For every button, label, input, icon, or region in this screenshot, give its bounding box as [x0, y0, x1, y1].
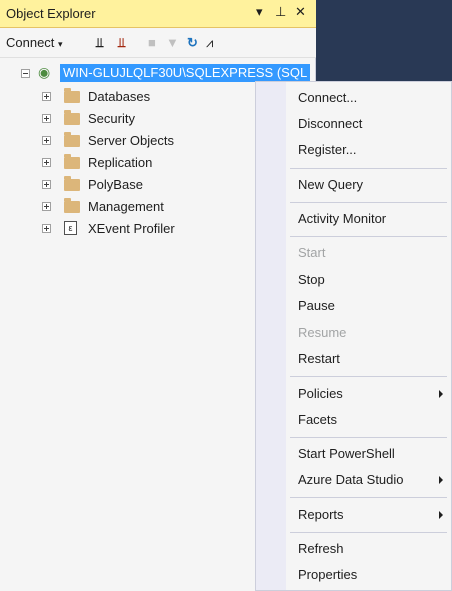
tree-item-server-objects[interactable]: Server Objects — [0, 132, 260, 152]
menu-item-new-query[interactable]: New Query — [298, 175, 363, 195]
menu-item-register[interactable]: Register... — [298, 140, 357, 160]
menu-item-restart[interactable]: Restart — [298, 349, 340, 369]
tree-item-replication[interactable]: Replication — [0, 154, 260, 174]
tree-item-label: Server Objects — [88, 133, 174, 148]
tree-item-xevent-profiler[interactable]: ε XEvent Profiler — [0, 220, 260, 240]
menu-separator — [290, 437, 447, 438]
tree-item-label: Databases — [88, 89, 151, 104]
submenu-arrow-icon — [439, 511, 443, 519]
menu-separator — [290, 202, 447, 203]
expand-icon[interactable] — [42, 136, 51, 145]
tree-item-databases[interactable]: Databases — [0, 88, 260, 108]
expand-icon[interactable] — [42, 224, 51, 233]
expand-icon[interactable] — [42, 92, 51, 101]
connect-label: Connect — [6, 35, 55, 50]
panel-title: Object Explorer — [6, 6, 96, 21]
menu-item-refresh[interactable]: Refresh — [298, 539, 344, 559]
tree-item-label: Management — [88, 199, 164, 214]
menu-item-stop[interactable]: Stop — [298, 270, 325, 290]
menu-item-resume[interactable]: Resume — [298, 323, 346, 343]
menu-item-facets[interactable]: Facets — [298, 410, 337, 430]
tree-item-label: PolyBase — [88, 177, 143, 192]
disconnect-icon[interactable]: ⫫ — [118, 35, 125, 51]
menu-separator — [290, 236, 447, 237]
menu-item-azure-data-studio[interactable]: Azure Data Studio — [298, 470, 404, 490]
folder-icon — [64, 198, 80, 213]
folder-icon — [64, 154, 80, 169]
menu-item-start-powershell[interactable]: Start PowerShell — [298, 444, 395, 464]
expand-icon[interactable] — [42, 202, 51, 211]
xevent-profiler-icon: ε — [64, 221, 77, 235]
menu-item-reports[interactable]: Reports — [298, 505, 344, 525]
refresh-icon[interactable]: ↻ — [187, 35, 198, 51]
tree-item-label: Security — [88, 111, 135, 126]
server-name[interactable]: WIN-GLUJLQLF30U\SQLEXPRESS (SQL — [60, 64, 311, 82]
connect-object-icon[interactable]: ⫫ — [96, 35, 103, 51]
expand-icon[interactable] — [42, 158, 51, 167]
menu-item-pause[interactable]: Pause — [298, 296, 335, 316]
menu-item-policies[interactable]: Policies — [298, 384, 343, 404]
menu-item-properties[interactable]: Properties — [298, 565, 357, 585]
server-icon: ◉ — [38, 64, 51, 80]
menu-icon-gutter — [256, 82, 286, 590]
submenu-arrow-icon — [439, 390, 443, 398]
menu-item-activity-monitor[interactable]: Activity Monitor — [298, 209, 386, 229]
filter-icon[interactable]: ▼ — [166, 35, 179, 50]
connect-dropdown-icon: ▾ — [58, 39, 63, 49]
menu-item-start[interactable]: Start — [298, 243, 325, 263]
folder-icon — [64, 110, 80, 125]
submenu-arrow-icon — [439, 476, 443, 484]
expand-icon[interactable] — [42, 180, 51, 189]
tree-item-label: XEvent Profiler — [88, 221, 175, 236]
window-position-dropdown-icon[interactable]: ▾ — [256, 4, 263, 20]
menu-separator — [290, 376, 447, 377]
folder-icon — [64, 132, 80, 147]
expand-icon[interactable] — [42, 114, 51, 123]
folder-icon — [64, 176, 80, 191]
panel-title-bar: Object Explorer ▾ ⊥ ✕ — [0, 0, 316, 28]
folder-icon — [64, 88, 80, 103]
connect-button[interactable]: Connect ▾ — [6, 35, 63, 50]
menu-item-disconnect[interactable]: Disconnect — [298, 114, 362, 134]
pin-icon[interactable]: ⊥ — [275, 4, 286, 20]
close-icon[interactable]: ✕ — [295, 4, 306, 20]
menu-separator — [290, 168, 447, 169]
collapse-icon[interactable] — [21, 69, 30, 78]
tree-item-security[interactable]: Security — [0, 110, 260, 130]
menu-separator — [290, 497, 447, 498]
tree-item-management[interactable]: Management — [0, 198, 260, 218]
menu-separator — [290, 532, 447, 533]
menu-item-connect[interactable]: Connect... — [298, 88, 357, 108]
tree-item-polybase[interactable]: PolyBase — [0, 176, 260, 196]
object-explorer-toolbar: Connect ▾ ⫫ ⫫ ■ ▼ ↻ ⩘ — [0, 28, 316, 58]
activity-monitor-icon[interactable]: ⩘ — [206, 35, 213, 51]
stop-icon[interactable]: ■ — [148, 35, 156, 50]
server-context-menu: Connect... Disconnect Register... New Qu… — [255, 81, 452, 591]
tree-item-label: Replication — [88, 155, 153, 170]
